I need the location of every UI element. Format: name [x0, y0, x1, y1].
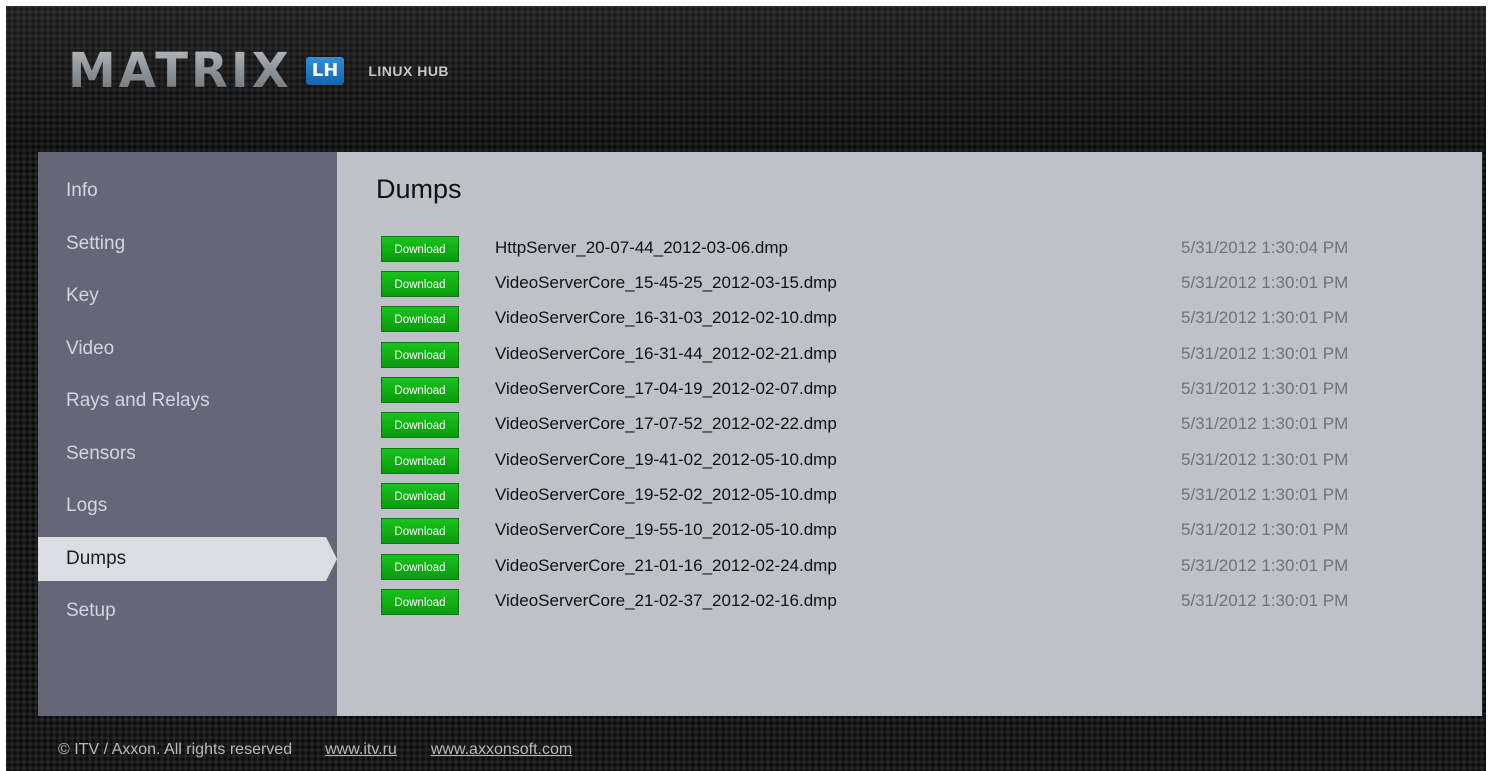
main-panel: Dumps Download HttpServer_20-07-44_2012-…	[337, 152, 1482, 716]
dump-file-name: VideoServerCore_17-07-52_2012-02-22.dmp	[495, 414, 837, 433]
logo-badge: LH	[305, 57, 345, 85]
dump-row: Download VideoServerCore_15-45-25_2012-0…	[381, 269, 1441, 304]
download-button[interactable]: Download	[381, 554, 459, 580]
copyright-text: © ITV / Axxon. All rights reserved	[58, 741, 293, 758]
sidebar-item-key[interactable]: Key	[38, 274, 337, 318]
download-button[interactable]: Download	[381, 589, 459, 615]
dump-row: Download VideoServerCore_16-31-03_2012-0…	[381, 304, 1441, 339]
dump-file-date: 5/31/2012 1:30:01 PM	[1181, 344, 1349, 363]
dump-file-name: VideoServerCore_21-02-37_2012-02-16.dmp	[495, 591, 837, 610]
sidebar-item-video[interactable]: Video	[38, 327, 337, 371]
dump-row: Download VideoServerCore_19-41-02_2012-0…	[381, 446, 1441, 481]
dump-file-name: VideoServerCore_16-31-44_2012-02-21.dmp	[495, 344, 837, 363]
dump-file-name: VideoServerCore_17-04-19_2012-02-07.dmp	[495, 379, 837, 398]
sidebar-item-sensors[interactable]: Sensors	[38, 432, 337, 476]
dump-file-name: HttpServer_20-07-44_2012-03-06.dmp	[495, 238, 788, 257]
download-button[interactable]: Download	[381, 518, 459, 544]
download-button[interactable]: Download	[381, 342, 459, 368]
logo: MATRIX LH LINUX HUB	[68, 46, 449, 96]
dump-file-date: 5/31/2012 1:30:01 PM	[1181, 520, 1349, 539]
sidebar-item-setting[interactable]: Setting	[38, 222, 337, 266]
dump-row: Download HttpServer_20-07-44_2012-03-06.…	[381, 234, 1441, 269]
dump-file-name: VideoServerCore_21-01-16_2012-02-24.dmp	[495, 556, 837, 575]
dump-file-date: 5/31/2012 1:30:01 PM	[1181, 485, 1349, 504]
sidebar-item-info[interactable]: Info	[38, 169, 337, 213]
download-button[interactable]: Download	[381, 377, 459, 403]
dump-file-date: 5/31/2012 1:30:01 PM	[1181, 379, 1349, 398]
dump-row: Download VideoServerCore_21-01-16_2012-0…	[381, 552, 1441, 587]
dump-file-date: 5/31/2012 1:30:01 PM	[1181, 414, 1349, 433]
itv-link[interactable]: www.itv.ru	[325, 741, 397, 759]
dump-file-name: VideoServerCore_19-52-02_2012-05-10.dmp	[495, 485, 837, 504]
dump-file-name: VideoServerCore_19-41-02_2012-05-10.dmp	[495, 450, 837, 469]
page-title: Dumps	[376, 174, 462, 204]
dump-row: Download VideoServerCore_21-02-37_2012-0…	[381, 587, 1441, 622]
dump-row: Download VideoServerCore_16-31-44_2012-0…	[381, 340, 1441, 375]
dump-file-date: 5/31/2012 1:30:01 PM	[1181, 591, 1349, 610]
sidebar-item-dumps[interactable]: Dumps	[38, 537, 337, 581]
dump-file-name: VideoServerCore_15-45-25_2012-03-15.dmp	[495, 273, 837, 292]
dump-file-name: VideoServerCore_16-31-03_2012-02-10.dmp	[495, 308, 837, 327]
axxonsoft-link[interactable]: www.axxonsoft.com	[431, 741, 572, 759]
sidebar-item-rays-and-relays[interactable]: Rays and Relays	[38, 379, 337, 423]
dump-row: Download VideoServerCore_19-52-02_2012-0…	[381, 481, 1441, 516]
dump-row: Download VideoServerCore_17-07-52_2012-0…	[381, 410, 1441, 445]
download-button[interactable]: Download	[381, 483, 459, 509]
logo-subtitle: LINUX HUB	[368, 63, 450, 79]
download-button[interactable]: Download	[381, 306, 459, 332]
dump-file-name: VideoServerCore_19-55-10_2012-05-10.dmp	[495, 520, 837, 539]
dump-file-date: 5/31/2012 1:30:01 PM	[1181, 450, 1349, 469]
dump-file-date: 5/31/2012 1:30:01 PM	[1181, 273, 1349, 292]
sidebar-item-setup[interactable]: Setup	[38, 589, 337, 633]
dump-row: Download VideoServerCore_17-04-19_2012-0…	[381, 375, 1441, 410]
logo-wordmark: MATRIX	[68, 43, 292, 99]
app-frame: MATRIX LH LINUX HUB Info Setting Key Vid…	[6, 6, 1486, 771]
footer: © ITV / Axxon. All rights reserved www.i…	[58, 738, 572, 762]
dump-file-date: 5/31/2012 1:30:04 PM	[1181, 238, 1349, 257]
download-button[interactable]: Download	[381, 412, 459, 438]
dump-file-date: 5/31/2012 1:30:01 PM	[1181, 556, 1349, 575]
sidebar-nav: Info Setting Key Video Rays and Relays S…	[38, 152, 337, 716]
download-button[interactable]: Download	[381, 236, 459, 262]
sidebar-item-logs[interactable]: Logs	[38, 484, 337, 528]
download-button[interactable]: Download	[381, 271, 459, 297]
download-button[interactable]: Download	[381, 448, 459, 474]
dump-file-date: 5/31/2012 1:30:01 PM	[1181, 308, 1349, 327]
dump-row: Download VideoServerCore_19-55-10_2012-0…	[381, 516, 1441, 551]
